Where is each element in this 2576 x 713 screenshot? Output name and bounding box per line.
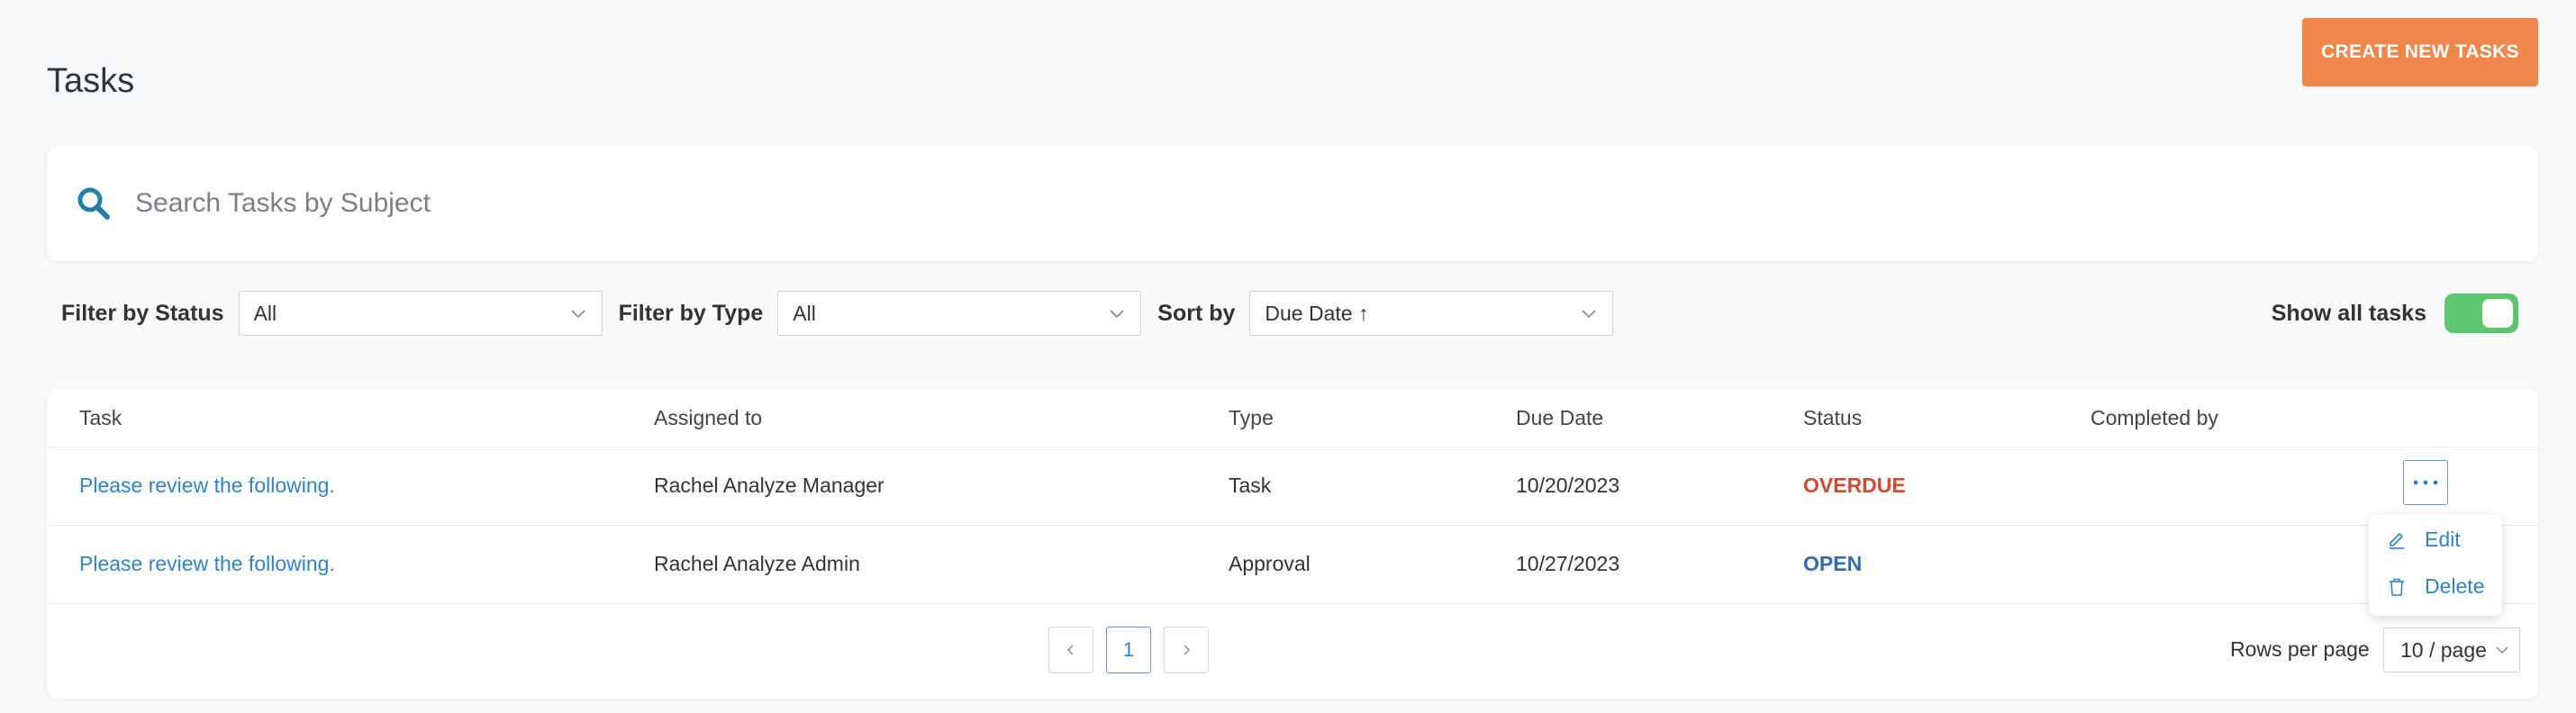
table-header: Task Assigned to Type Due Date Status Co…	[47, 389, 2538, 447]
row-actions-menu: Edit Delete	[2369, 515, 2502, 616]
pagination-prev-button[interactable]	[1048, 627, 1093, 673]
pagination-page-button[interactable]: 1	[1106, 627, 1151, 673]
sort-by-label: Sort by	[1157, 300, 1236, 326]
column-header-task[interactable]: Task	[79, 406, 122, 430]
due-date-cell: 10/27/2023	[1516, 552, 1620, 575]
filter-type-value: All	[793, 301, 816, 325]
search-bar	[47, 146, 2538, 261]
column-header-completed-by[interactable]: Completed by	[2091, 406, 2218, 430]
show-all-tasks-label: Show all tasks	[2271, 300, 2426, 326]
filter-bar: Filter by Status All Filter by Type All …	[61, 290, 2518, 337]
column-header-assigned-to[interactable]: Assigned to	[654, 406, 762, 430]
trash-icon	[2387, 577, 2407, 597]
rows-per-page-select[interactable]: 10 / page	[2383, 627, 2520, 672]
rows-per-page-value: 10 / page	[2400, 637, 2487, 662]
toggle-knob	[2482, 299, 2513, 328]
chevron-down-icon	[2494, 642, 2510, 658]
assigned-to-cell: Rachel Analyze Admin	[654, 552, 860, 575]
rows-per-page-label: Rows per page	[2230, 637, 2370, 661]
chevron-down-icon	[1580, 304, 1598, 322]
filter-type-label: Filter by Type	[618, 300, 764, 326]
create-new-tasks-button[interactable]: CREATE NEW TASKS	[2302, 18, 2538, 86]
menu-item-edit-label: Edit	[2425, 528, 2461, 551]
ellipsis-icon	[2413, 480, 2438, 485]
filter-type-select[interactable]: All	[777, 291, 1142, 336]
type-cell: Approval	[1229, 552, 1311, 575]
page-title: Tasks	[47, 62, 135, 101]
sort-by-value: Due Date ↑	[1265, 301, 1369, 325]
menu-item-delete[interactable]: Delete	[2387, 574, 2484, 599]
table-row: Please review the following. Rachel Anal…	[47, 447, 2538, 526]
chevron-down-icon	[569, 304, 587, 322]
chevron-right-icon	[1184, 645, 1191, 655]
chevron-left-icon	[1066, 645, 1074, 655]
menu-item-delete-label: Delete	[2425, 574, 2485, 598]
table-row: Please review the following. Rachel Anal…	[47, 525, 2538, 604]
row-actions-button[interactable]	[2403, 460, 2448, 505]
pagination-next-button[interactable]	[1164, 627, 1209, 673]
tasks-table: Task Assigned to Type Due Date Status Co…	[47, 389, 2538, 699]
column-header-due-date[interactable]: Due Date	[1516, 406, 1603, 430]
column-header-type[interactable]: Type	[1229, 406, 1274, 430]
column-header-status[interactable]: Status	[1803, 406, 1862, 430]
menu-item-edit[interactable]: Edit	[2387, 528, 2461, 552]
task-link[interactable]: Please review the following.	[79, 474, 335, 498]
pencil-icon	[2387, 530, 2407, 550]
chevron-down-icon	[1108, 304, 1126, 322]
due-date-cell: 10/20/2023	[1516, 474, 1620, 497]
status-badge: OVERDUE	[1803, 474, 1906, 497]
task-link[interactable]: Please review the following.	[79, 552, 335, 576]
search-input[interactable]	[133, 187, 2389, 220]
filter-status-value: All	[253, 301, 277, 325]
show-all-tasks-control: Show all tasks	[2272, 293, 2518, 333]
status-badge: OPEN	[1803, 552, 1863, 575]
sort-by-select[interactable]: Due Date ↑	[1249, 291, 1614, 336]
assigned-to-cell: Rachel Analyze Manager	[654, 474, 884, 497]
search-icon	[74, 184, 113, 223]
type-cell: Task	[1229, 474, 1272, 497]
filter-status-select[interactable]: All	[238, 291, 603, 336]
show-all-tasks-toggle[interactable]	[2444, 293, 2518, 333]
filter-status-label: Filter by Status	[61, 300, 224, 326]
